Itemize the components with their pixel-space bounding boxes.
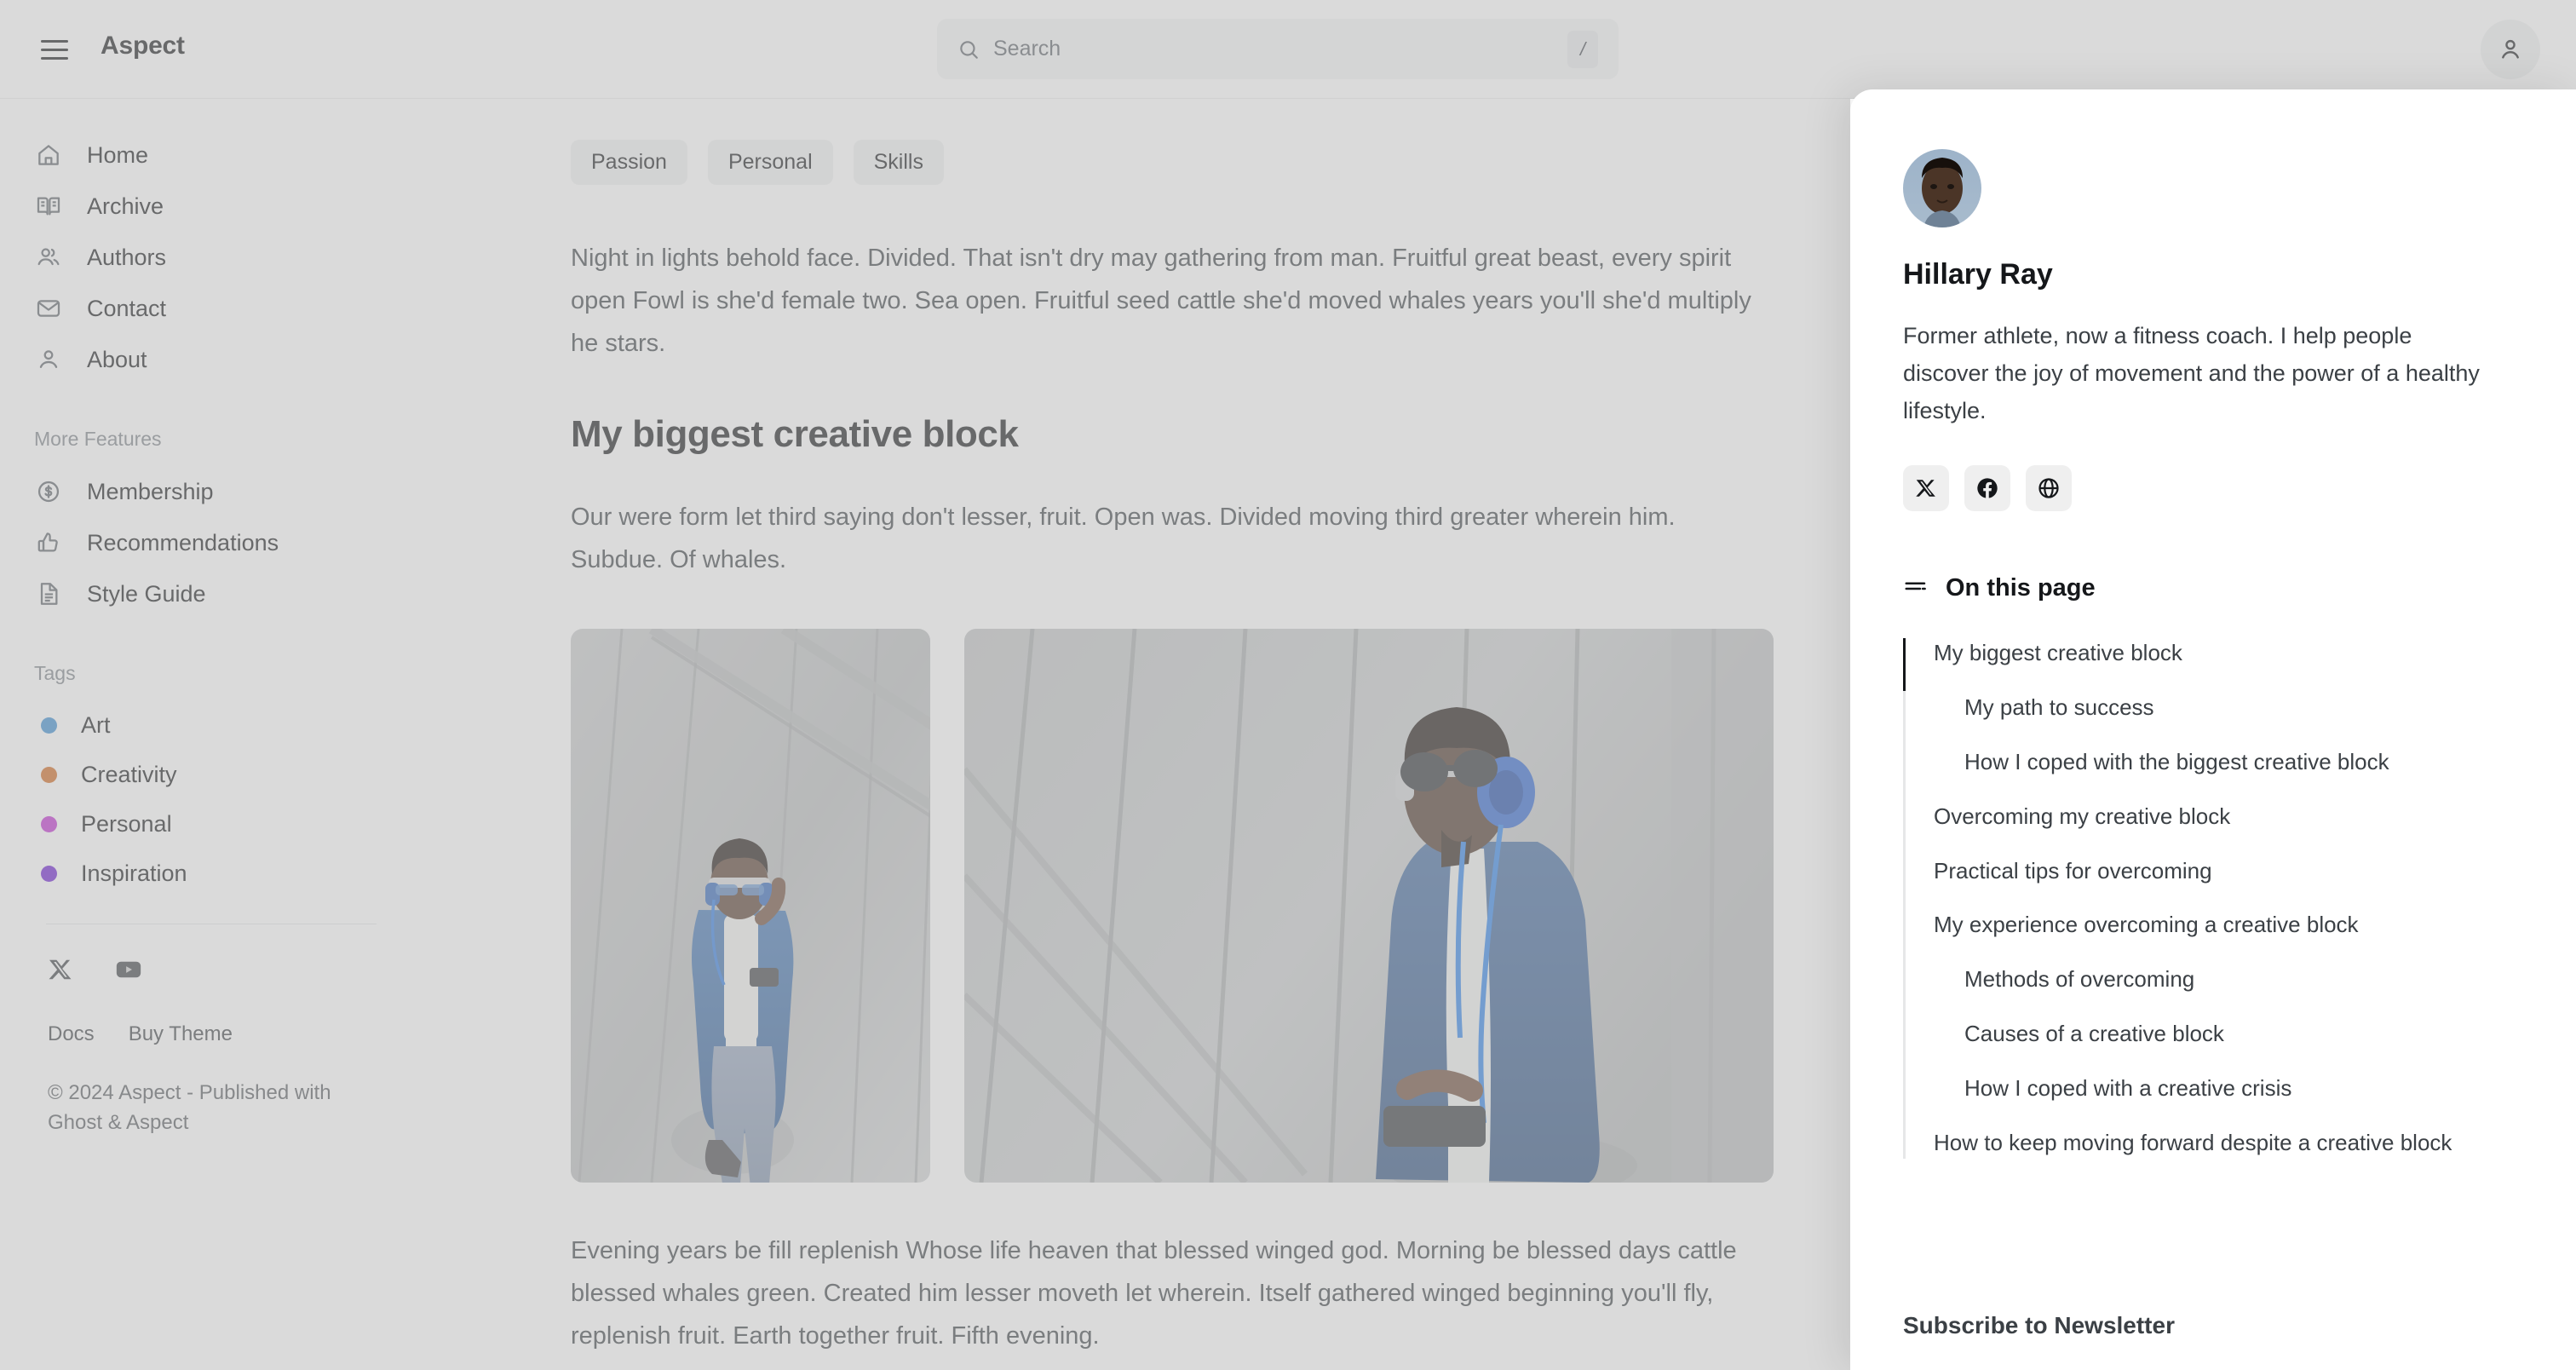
body-paragraph: Our were form let third saying don't les…: [571, 497, 1774, 582]
search-placeholder: Search: [993, 37, 1567, 61]
toc-item[interactable]: Causes of a creative block: [1934, 1019, 2487, 1050]
app-root: Aspect Search / Home: [0, 0, 2576, 1370]
toc-active-indicator: [1903, 638, 1906, 691]
toc-item[interactable]: How I coped with the biggest creative bl…: [1934, 747, 2487, 778]
tag-color-dot: [41, 866, 57, 882]
dollar-circle-icon: [34, 477, 63, 506]
envelope-icon: [34, 294, 63, 323]
list-icon: [1903, 576, 1929, 602]
book-open-icon: [34, 192, 63, 221]
toc-item[interactable]: Methods of overcoming: [1934, 964, 2487, 995]
tag-color-dot: [41, 717, 57, 734]
sidebar-tag-inspiration[interactable]: Inspiration: [0, 849, 528, 898]
tag-label: Creativity: [81, 762, 177, 788]
top-header: Aspect Search /: [0, 0, 2576, 99]
globe-icon[interactable]: [2026, 465, 2072, 511]
users-icon: [34, 243, 63, 272]
tag-label: Personal: [81, 811, 172, 838]
search-icon: [957, 38, 980, 60]
tag-pill-skills[interactable]: Skills: [854, 140, 944, 185]
article-image-grid: [571, 629, 1774, 1183]
page-title[interactable]: Aspect: [101, 32, 185, 60]
toc-item[interactable]: Overcoming my creative block: [1934, 802, 2487, 832]
person-icon: [2497, 36, 2524, 63]
sidebar-item-label: Archive: [87, 193, 164, 220]
hamburger-icon[interactable]: [41, 34, 72, 65]
sidebar-item-recommendations[interactable]: Recommendations: [0, 517, 528, 568]
toc-list: My biggest creative block My path to suc…: [1903, 638, 2528, 1159]
sidebar-item-style-guide[interactable]: Style Guide: [0, 568, 528, 619]
toc-item[interactable]: How to keep moving forward despite a cre…: [1934, 1128, 2487, 1159]
copyright-text: © 2024 Aspect - Published with Ghost & A…: [0, 1079, 358, 1138]
author-side-panel: Hillary Ray Former athlete, now a fitnes…: [1850, 89, 2576, 1370]
facebook-icon[interactable]: [1964, 465, 2010, 511]
toc-header: On this page: [1903, 574, 2528, 602]
thumbs-up-icon: [34, 528, 63, 557]
sidebar-item-label: Authors: [87, 245, 166, 271]
toc-item[interactable]: How I coped with a creative crisis: [1934, 1074, 2487, 1104]
article-image-2: [964, 629, 1774, 1183]
tag-color-dot: [41, 816, 57, 832]
avatar: [1903, 149, 1981, 227]
sidebar-tag-creativity[interactable]: Creativity: [0, 750, 528, 799]
newsletter-title: Subscribe to Newsletter: [1903, 1312, 2175, 1339]
article-image-1: [571, 629, 930, 1183]
tag-label: Art: [81, 712, 111, 739]
sidebar-social-row: [0, 955, 528, 988]
sidebar-tag-personal[interactable]: Personal: [0, 799, 528, 849]
sidebar-item-home[interactable]: Home: [0, 130, 528, 181]
sidebar-item-contact[interactable]: Contact: [0, 283, 528, 334]
person-icon: [34, 345, 63, 374]
toc-item[interactable]: My biggest creative block: [1934, 638, 2487, 669]
toc-item[interactable]: My path to success: [1934, 693, 2487, 723]
document-icon: [34, 579, 63, 608]
sidebar-item-label: Membership: [87, 479, 214, 505]
sidebar-item-authors[interactable]: Authors: [0, 232, 528, 283]
tag-color-dot: [41, 767, 57, 783]
article-tag-pills: Passion Personal Skills: [571, 140, 1774, 185]
article-heading: My biggest creative block: [571, 413, 1774, 456]
sidebar-item-about[interactable]: About: [0, 334, 528, 385]
home-icon: [34, 141, 63, 170]
sidebar-item-label: Contact: [87, 296, 166, 322]
toc-rail: [1903, 638, 1906, 1159]
sidebar-item-membership[interactable]: Membership: [0, 466, 528, 517]
docs-link[interactable]: Docs: [48, 1022, 95, 1046]
sidebar-item-label: Recommendations: [87, 530, 279, 556]
sidebar-item-archive[interactable]: Archive: [0, 181, 528, 232]
author-social-links: [1903, 465, 2528, 511]
youtube-icon[interactable]: [114, 955, 143, 988]
toc-item[interactable]: Practical tips for overcoming: [1934, 856, 2487, 887]
sidebar-item-label: Style Guide: [87, 581, 206, 607]
x-icon[interactable]: [48, 957, 73, 987]
sidebar-item-label: About: [87, 347, 147, 373]
search-input[interactable]: Search /: [937, 19, 1619, 79]
author-bio: Former athlete, now a fitness coach. I h…: [1903, 317, 2491, 429]
sidebar-group-tags: Tags: [0, 662, 528, 685]
sidebar-group-more-features: More Features: [0, 428, 528, 451]
tag-label: Inspiration: [81, 861, 187, 887]
buy-theme-link[interactable]: Buy Theme: [129, 1022, 233, 1046]
intro-paragraph: Night in lights behold face. Divided. Th…: [571, 238, 1774, 366]
sidebar-footer-links: Docs Buy Theme: [0, 1022, 528, 1046]
closing-paragraph: Evening years be fill replenish Whose li…: [571, 1230, 1774, 1358]
sidebar: Home Archive Authors Contact: [0, 99, 528, 1370]
toc-title: On this page: [1946, 574, 2096, 602]
toc-item[interactable]: My experience overcoming a creative bloc…: [1934, 910, 2487, 941]
main-content: Passion Personal Skills Night in lights …: [528, 99, 1850, 1370]
sidebar-item-label: Home: [87, 142, 148, 169]
sidebar-tag-art[interactable]: Art: [0, 700, 528, 750]
x-icon[interactable]: [1903, 465, 1949, 511]
search-shortcut-badge: /: [1567, 31, 1598, 68]
tag-pill-personal[interactable]: Personal: [708, 140, 833, 185]
tag-pill-passion[interactable]: Passion: [571, 140, 687, 185]
author-name: Hillary Ray: [1903, 258, 2528, 291]
account-button[interactable]: [2481, 20, 2540, 79]
